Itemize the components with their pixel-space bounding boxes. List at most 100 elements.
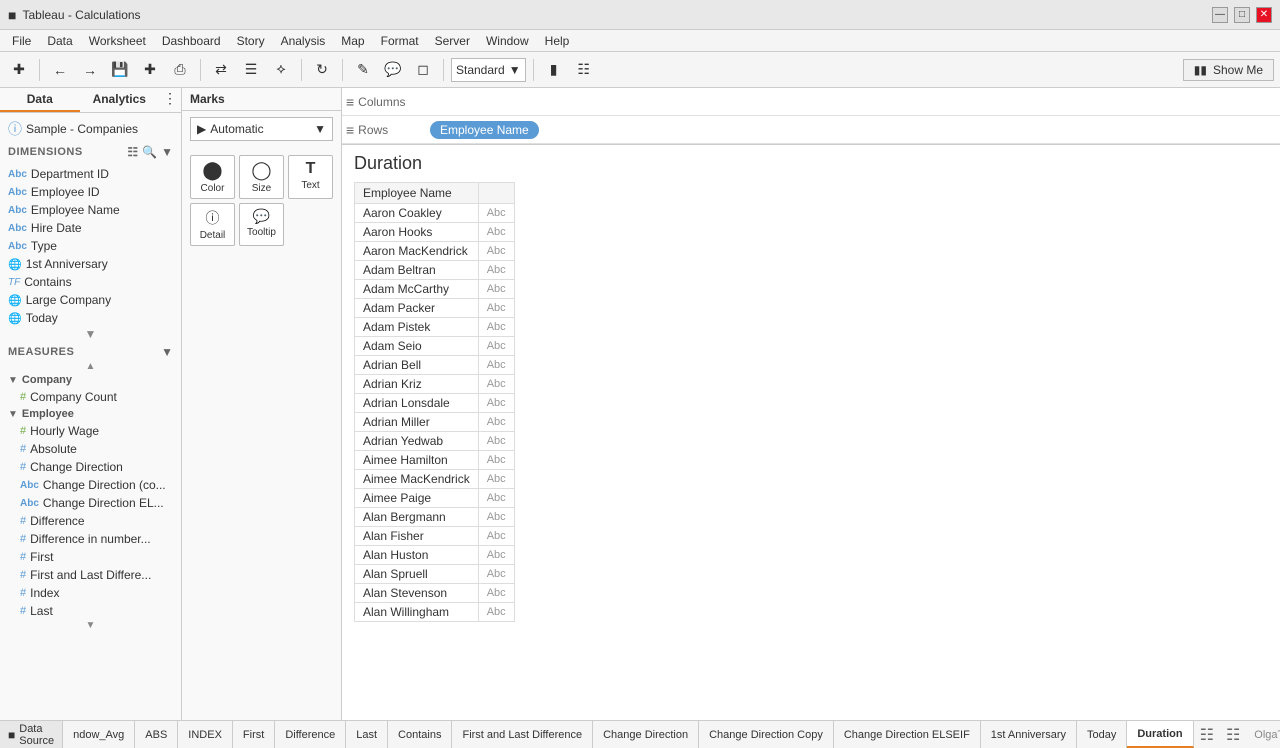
fit-btn[interactable]: ◻	[410, 57, 436, 83]
tab-duration[interactable]: Duration	[1127, 721, 1193, 748]
sidebar-item-first[interactable]: # First	[0, 548, 181, 566]
tab-difference[interactable]: Difference	[275, 721, 346, 748]
tab-change-dir-elseif[interactable]: Change Direction ELSEIF	[834, 721, 981, 748]
sidebar-item-large-company[interactable]: 🌐 Large Company	[0, 291, 181, 309]
marks-detail-button[interactable]: ⓘ Detail	[190, 203, 235, 246]
sidebar-item-change-direction-el[interactable]: Abc Change Direction EL...	[0, 494, 181, 512]
sidebar-item-difference-in-number[interactable]: # Difference in number...	[0, 530, 181, 548]
measures-scroll-down[interactable]: ▼	[0, 620, 181, 631]
table-row[interactable]: Alan FisherAbc	[355, 527, 515, 546]
tab-first[interactable]: First	[233, 721, 275, 748]
datasource-tab[interactable]: ■ Data Source	[0, 721, 63, 748]
tab-analytics[interactable]: Analytics	[80, 88, 160, 112]
forward-button[interactable]: →	[77, 57, 103, 83]
panel-options-icon[interactable]: ⋮	[159, 88, 181, 112]
dashboard-btn[interactable]: ☷	[571, 57, 597, 83]
table-row[interactable]: Adam BeltranAbc	[355, 261, 515, 280]
table-row[interactable]: Alan SpruellAbc	[355, 565, 515, 584]
swap-button[interactable]: ⇄	[208, 57, 234, 83]
table-scroll[interactable]: Employee Name Aaron CoakleyAbcAaron Hook…	[354, 182, 1268, 622]
marks-size-button[interactable]: ◯ Size	[239, 155, 284, 199]
table-row[interactable]: Alan StevensonAbc	[355, 584, 515, 603]
table-row[interactable]: Aaron CoakleyAbc	[355, 204, 515, 223]
menu-analysis[interactable]: Analysis	[273, 32, 334, 50]
sidebar-item-index[interactable]: # Index	[0, 584, 181, 602]
sidebar-item-employee-name[interactable]: Abc Employee Name	[0, 201, 181, 219]
sidebar-item-first-and-last[interactable]: # First and Last Differe...	[0, 566, 181, 584]
menu-file[interactable]: File	[4, 32, 39, 50]
tab-contains[interactable]: Contains	[388, 721, 452, 748]
expand-icon[interactable]: ▼	[161, 145, 173, 159]
sidebar-scroll[interactable]: ⓘ Sample - Companies Dimensions ☷ 🔍 ▼ Ab…	[0, 113, 181, 720]
table-row[interactable]: Alan BergmannAbc	[355, 508, 515, 527]
table-row[interactable]: Adam McCarthyAbc	[355, 280, 515, 299]
sidebar-item-contains[interactable]: TF Contains	[0, 273, 181, 291]
sidebar-item-1st-anniversary[interactable]: 🌐 1st Anniversary	[0, 255, 181, 273]
paste-button[interactable]: ⎙	[167, 57, 193, 83]
menu-window[interactable]: Window	[478, 32, 537, 50]
standard-dropdown[interactable]: Standard ▼	[451, 58, 526, 82]
minimize-button[interactable]: —	[1212, 7, 1228, 23]
table-row[interactable]: Alan HustonAbc	[355, 546, 515, 565]
tab-first-last-diff[interactable]: First and Last Difference	[452, 721, 593, 748]
table-row[interactable]: Aaron HooksAbc	[355, 223, 515, 242]
sidebar-item-absolute[interactable]: # Absolute	[0, 440, 181, 458]
measures-scroll-up[interactable]: ▲	[0, 361, 181, 372]
table-row[interactable]: Adrian KrizAbc	[355, 375, 515, 394]
measures-expand-icon[interactable]: ▼	[161, 345, 173, 359]
menu-dashboard[interactable]: Dashboard	[154, 32, 229, 50]
data-source-item[interactable]: ⓘ Sample - Companies	[0, 117, 181, 141]
table-row[interactable]: Adam SeioAbc	[355, 337, 515, 356]
menu-story[interactable]: Story	[229, 32, 273, 50]
marks-type-selector[interactable]: ▶ Automatic ▼	[190, 117, 333, 141]
sidebar-item-change-direction[interactable]: # Change Direction	[0, 458, 181, 476]
table-row[interactable]: Adrian YedwabAbc	[355, 432, 515, 451]
back-button[interactable]: ←	[47, 57, 73, 83]
close-button[interactable]: ✕	[1256, 7, 1272, 23]
highlight-btn[interactable]: ✎	[350, 57, 376, 83]
undo-button[interactable]: ↻	[309, 57, 335, 83]
tab-today[interactable]: Today	[1077, 721, 1127, 748]
save-button[interactable]: 💾	[107, 57, 133, 83]
tab-index[interactable]: INDEX	[178, 721, 233, 748]
marks-color-button[interactable]: ⬤ Color	[190, 155, 235, 199]
tab-change-dir[interactable]: Change Direction	[593, 721, 699, 748]
table-row[interactable]: Adrian BellAbc	[355, 356, 515, 375]
table-row[interactable]: Aimee MacKendrickAbc	[355, 470, 515, 489]
sidebar-item-hourly-wage[interactable]: # Hourly Wage	[0, 422, 181, 440]
sidebar-item-company-count[interactable]: # Company Count	[0, 388, 181, 406]
table-row[interactable]: Aimee HamiltonAbc	[355, 451, 515, 470]
table-row[interactable]: Adam PackerAbc	[355, 299, 515, 318]
table-row[interactable]: Aimee PaigeAbc	[355, 489, 515, 508]
dimensions-scroll-down[interactable]: ▼	[0, 327, 181, 341]
new-button[interactable]: ✚	[6, 57, 32, 83]
company-group-header[interactable]: ▼ Company	[0, 372, 181, 388]
table-row[interactable]: Adam PistekAbc	[355, 318, 515, 337]
add-datasource-button[interactable]: ✚	[137, 57, 163, 83]
search-icon[interactable]: 🔍	[142, 145, 157, 159]
table-row[interactable]: Adrian LonsdaleAbc	[355, 394, 515, 413]
employee-group-header[interactable]: ▼ Employee	[0, 406, 181, 422]
grid-view-icon[interactable]: ☷	[127, 145, 138, 159]
sidebar-item-department-id[interactable]: Abc Department ID	[0, 165, 181, 183]
sidebar-item-change-direction-co[interactable]: Abc Change Direction (co...	[0, 476, 181, 494]
table-row[interactable]: Aaron MacKendrickAbc	[355, 242, 515, 261]
tab-data[interactable]: Data	[0, 88, 80, 112]
menu-help[interactable]: Help	[537, 32, 578, 50]
tab-abs[interactable]: ABS	[135, 721, 178, 748]
sidebar-item-today[interactable]: 🌐 Today	[0, 309, 181, 327]
employee-name-pill[interactable]: Employee Name	[430, 121, 539, 139]
tab-ndow-avg[interactable]: ndow_Avg	[63, 721, 135, 748]
title-bar-controls[interactable]: — □ ✕	[1212, 7, 1272, 23]
menu-map[interactable]: Map	[333, 32, 372, 50]
sidebar-item-type[interactable]: Abc Type	[0, 237, 181, 255]
show-me-button[interactable]: ▮▮ Show Me	[1183, 59, 1274, 81]
tab-1st-anniversary[interactable]: 1st Anniversary	[981, 721, 1077, 748]
menu-worksheet[interactable]: Worksheet	[81, 32, 154, 50]
sidebar-item-last[interactable]: # Last	[0, 602, 181, 620]
sidebar-item-hire-date[interactable]: Abc Hire Date	[0, 219, 181, 237]
menu-format[interactable]: Format	[373, 32, 427, 50]
sidebar-item-difference[interactable]: # Difference	[0, 512, 181, 530]
sort-button[interactable]: ☰	[238, 57, 264, 83]
tab-change-dir-copy[interactable]: Change Direction Copy	[699, 721, 834, 748]
